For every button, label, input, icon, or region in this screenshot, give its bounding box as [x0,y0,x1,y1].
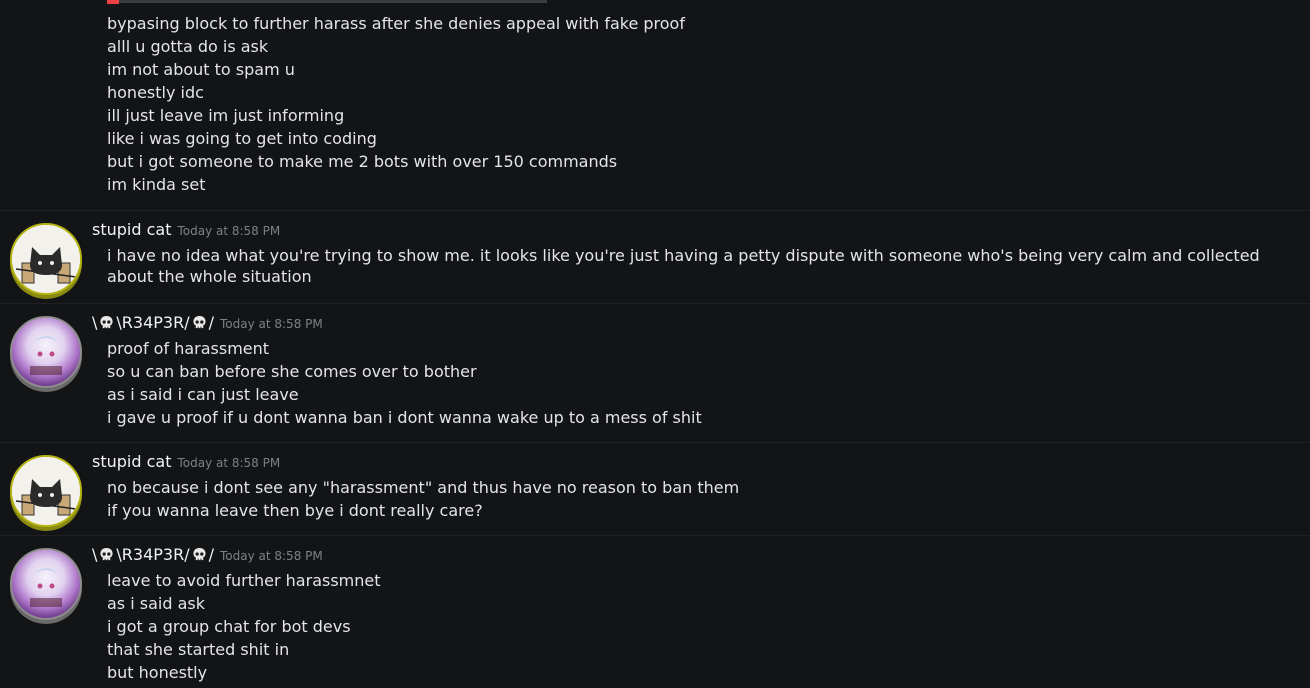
message-line[interactable]: so u can ban before she comes over to bo… [107,360,1302,383]
message-header: \ \R34P3R/ / Today at 8:58 PM [92,545,323,567]
message-header: \ \R34P3R/ / Today at 8:58 PM [92,313,323,335]
message-line[interactable]: as i said i can just leave [107,383,1302,406]
skull-icon [193,547,206,561]
skull-icon [100,315,113,329]
message-line[interactable]: i gave u proof if u dont wanna ban i don… [107,406,1302,429]
message-group: proof of harassment so u can ban before … [107,337,1302,429]
avatar-reaper[interactable] [10,316,82,388]
avatar-stupid-cat[interactable] [10,223,82,295]
message-line[interactable]: as i said ask [107,592,1302,615]
message-line[interactable]: im kinda set [107,173,1302,196]
message-group: no because i dont see any "harassment" a… [107,476,1302,522]
timestamp[interactable]: Today at 8:58 PM [177,224,280,238]
username-part: \R34P3R/ [116,313,190,332]
cat-avatar-icon [12,457,80,525]
username-part: \ [92,545,98,564]
username[interactable]: stupid cat [92,452,171,471]
message-group: leave to avoid further harassmnet as i s… [107,569,1302,684]
username-part: \R34P3R/ [116,545,190,564]
skull-icon [193,315,206,329]
embed-remnant-accent [107,0,119,4]
message-group-continuation: bypasing block to further harass after s… [107,12,1302,196]
message-line[interactable]: if you wanna leave then bye i dont reall… [107,499,1302,522]
timestamp[interactable]: Today at 8:58 PM [220,317,323,331]
message-line[interactable]: leave to avoid further harassmnet [107,569,1302,592]
username[interactable]: stupid cat [92,220,171,239]
message-line[interactable]: ill just leave im just informing [107,104,1302,127]
message-line[interactable]: like i was going to get into coding [107,127,1302,150]
message-line[interactable]: proof of harassment [107,337,1302,360]
username[interactable]: \ \R34P3R/ / [92,545,214,564]
message-header: stupid cat Today at 8:58 PM [92,220,280,242]
message-divider [0,535,1310,536]
message-line[interactable]: but i got someone to make me 2 bots with… [107,150,1302,173]
message-divider [0,303,1310,304]
message-divider [0,210,1310,211]
chat-message-list: bypasing block to further harass after s… [0,0,1310,688]
message-line[interactable]: no because i dont see any "harassment" a… [107,476,1302,499]
timestamp[interactable]: Today at 8:58 PM [177,456,280,470]
username-part: / [208,545,214,564]
message-line[interactable]: im not about to spam u [107,58,1302,81]
cat-avatar-icon [12,225,80,293]
username-part: \ [92,313,98,332]
message-line[interactable]: alll u gotta do is ask [107,35,1302,58]
message-group: i have no idea what you're trying to sho… [107,245,1302,287]
message-divider [0,442,1310,443]
timestamp[interactable]: Today at 8:58 PM [220,549,323,563]
message-header: stupid cat Today at 8:58 PM [92,452,280,474]
skull-icon [100,547,113,561]
message-line[interactable]: i have no idea what you're trying to sho… [107,245,1302,287]
username[interactable]: \ \R34P3R/ / [92,313,214,332]
message-line[interactable]: i got a group chat for bot devs [107,615,1302,638]
anime-avatar-icon [12,550,80,618]
message-line[interactable]: honestly idc [107,81,1302,104]
message-line[interactable]: bypasing block to further harass after s… [107,12,1302,35]
avatar-stupid-cat[interactable] [10,455,82,527]
message-line[interactable]: that she started shit in [107,638,1302,661]
embed-remnant [107,0,547,3]
avatar-reaper[interactable] [10,548,82,620]
message-line[interactable]: but honestly [107,661,1302,684]
username-part: / [208,313,214,332]
anime-avatar-icon [12,318,80,386]
